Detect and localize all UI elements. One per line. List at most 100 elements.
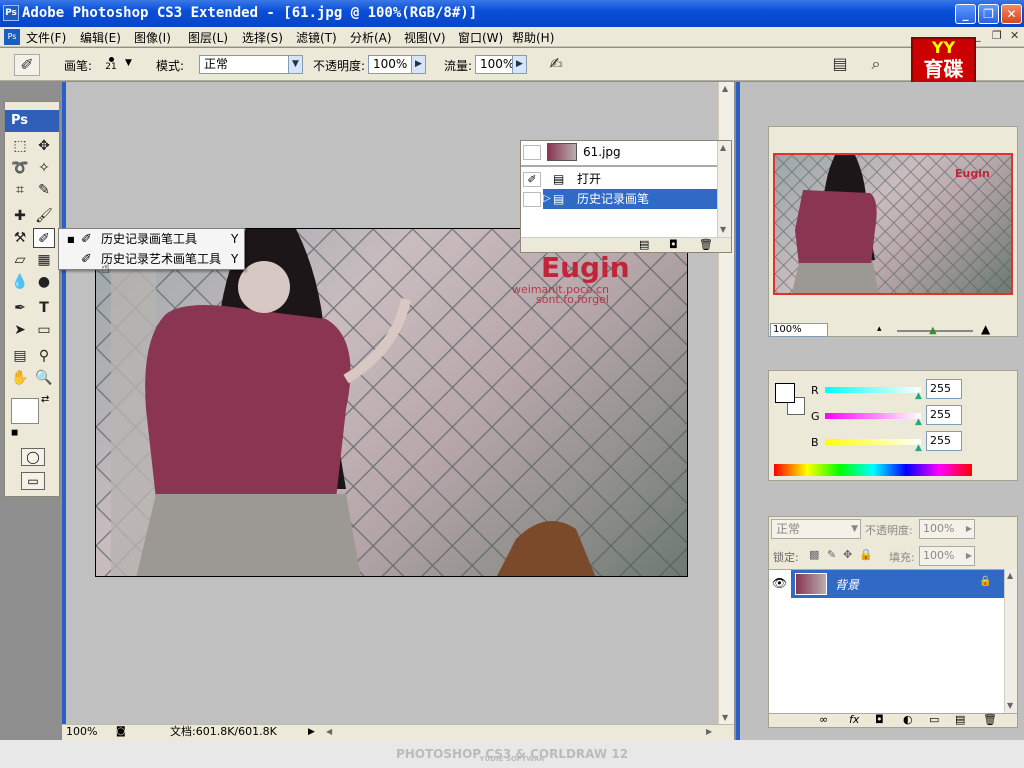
close-button[interactable]: ✕ — [1001, 4, 1022, 24]
menu-layer[interactable]: 图层(L) — [188, 29, 228, 46]
layer-mask-icon[interactable]: ◘ — [875, 713, 884, 726]
menu-select[interactable]: 选择(S) — [242, 29, 283, 46]
new-document-from-state-icon[interactable]: ▤ — [639, 238, 649, 251]
default-colors-icon[interactable]: ◼ — [11, 428, 18, 438]
hand-tool-icon[interactable]: ✋ — [9, 368, 31, 388]
menu-view[interactable]: 视图(V) — [404, 29, 446, 46]
navigator-preview[interactable]: Eugin — [773, 153, 1013, 295]
document-image[interactable]: Eugin weimanit.poco.cn sont.fo.forgel — [95, 228, 688, 577]
scroll-left-icon[interactable]: ◀ — [326, 727, 332, 736]
fill-input[interactable]: 100% ▶ — [919, 546, 975, 566]
scroll-down-icon[interactable]: ▼ — [1007, 701, 1013, 710]
layer-style-icon[interactable]: fx — [849, 713, 859, 726]
navigator-zoom-input[interactable]: 100% — [770, 323, 828, 337]
layer-opacity-slider-icon[interactable]: ▶ — [966, 520, 972, 538]
blur-tool-icon[interactable]: 💧 — [9, 272, 31, 292]
blend-mode-select[interactable]: 正常 ▼ — [771, 519, 861, 539]
zoom-slider-thumb[interactable]: ▲ — [929, 325, 937, 336]
pen-tool-icon[interactable]: ✒ — [9, 298, 31, 318]
fill-slider-icon[interactable]: ▶ — [966, 547, 972, 565]
doc-close-button[interactable]: ✕ — [1010, 29, 1019, 42]
screen-mode-icon[interactable]: ▭ — [21, 472, 45, 490]
mode-dropdown-icon[interactable]: ▼ — [288, 56, 302, 73]
adjustment-layer-icon[interactable]: ◐ — [903, 713, 913, 726]
r-slider-thumb[interactable]: ▲ — [915, 391, 922, 401]
document-icon[interactable]: Ps — [4, 29, 20, 45]
b-slider[interactable] — [825, 439, 921, 445]
color-foreground-swatch[interactable] — [775, 383, 795, 403]
minimize-button[interactable]: _ — [955, 4, 976, 24]
crop-tool-icon[interactable]: ⌗ — [9, 180, 31, 200]
foreground-color-swatch[interactable] — [11, 398, 39, 424]
status-info-icon[interactable]: ◙ — [116, 724, 126, 740]
menu-edit[interactable]: 编辑(E) — [80, 29, 121, 46]
delete-layer-icon[interactable]: 🗑 — [983, 713, 997, 726]
lasso-tool-icon[interactable]: ➰ — [9, 158, 31, 178]
scroll-up-icon[interactable]: ▲ — [1007, 571, 1013, 580]
marquee-tool-icon[interactable]: ⬚ — [9, 136, 31, 156]
menu-filter[interactable]: 滤镜(T) — [296, 29, 337, 46]
lock-image-icon[interactable]: ✎ — [827, 548, 836, 561]
notes-tool-icon[interactable]: ▤ — [9, 346, 31, 366]
history-state-slider-icon[interactable]: ▷ — [543, 189, 551, 209]
scroll-up-icon[interactable]: ▲ — [722, 84, 728, 93]
scroll-right-icon[interactable]: ▶ — [706, 727, 712, 736]
snapshot-camera-icon[interactable]: ◘ — [669, 238, 678, 251]
g-slider[interactable] — [825, 413, 921, 419]
zoom-tool-icon[interactable]: 🔍 — [33, 368, 55, 388]
blend-mode-dropdown-icon[interactable]: ▼ — [851, 520, 858, 538]
history-scrollbar[interactable]: ▲ ▼ — [717, 141, 731, 237]
gradient-tool-icon[interactable]: ▦ — [33, 250, 55, 270]
history-brush-preset-icon[interactable]: ✐ — [14, 54, 40, 76]
palette-well-icon[interactable]: ▤ — [830, 54, 850, 76]
b-slider-thumb[interactable]: ▲ — [915, 443, 922, 453]
flow-input[interactable]: 100% ▶ — [475, 55, 527, 74]
r-input[interactable]: 255 — [926, 379, 962, 399]
history-step-brush[interactable]: ▷ ▤ 历史记录画笔 — [521, 189, 717, 209]
flyout-item-history-brush[interactable]: ■ ✐ 历史记录画笔工具 Y — [59, 230, 244, 249]
r-slider[interactable] — [825, 387, 921, 393]
scroll-down-icon[interactable]: ▼ — [720, 225, 726, 234]
brush-preview[interactable]: 21 — [102, 54, 120, 78]
path-selection-tool-icon[interactable]: ➤ — [9, 320, 31, 340]
link-layers-icon[interactable]: ∞ — [819, 713, 828, 726]
bridge-icon[interactable]: ⌕ — [864, 54, 888, 76]
menu-file[interactable]: 文件(F) — [26, 29, 66, 46]
doc-restore-button[interactable]: ❐ — [992, 29, 1002, 42]
scroll-down-icon[interactable]: ▼ — [722, 713, 728, 722]
opacity-slider-icon[interactable]: ▶ — [411, 56, 425, 73]
zoom-out-icon[interactable]: ▴ — [877, 324, 882, 334]
lock-transparency-icon[interactable]: ▩ — [809, 548, 819, 561]
trash-icon[interactable]: 🗑 — [699, 238, 713, 251]
photoshop-app-icon[interactable]: Ps — [3, 5, 19, 21]
toolbox-header[interactable]: Ps — [5, 110, 59, 132]
airbrush-icon[interactable]: ✍ — [543, 54, 569, 76]
eraser-tool-icon[interactable]: ▱ — [9, 250, 31, 270]
lock-position-icon[interactable]: ✥ — [843, 548, 852, 561]
history-brush-tool-icon[interactable]: ✐ — [33, 228, 55, 248]
healing-brush-tool-icon[interactable]: ✚ — [9, 206, 31, 226]
clone-stamp-tool-icon[interactable]: ⚒ — [9, 228, 31, 248]
slice-tool-icon[interactable]: ✎ — [33, 180, 55, 200]
layer-row-background[interactable]: 👁 背景 🔒 — [769, 570, 1004, 598]
new-group-icon[interactable]: ▭ — [929, 713, 939, 726]
menu-help[interactable]: 帮助(H) — [512, 29, 554, 46]
eye-visibility-icon[interactable]: 👁 — [772, 576, 787, 590]
zoom-in-icon[interactable]: ▲ — [981, 322, 990, 336]
history-source-brush-icon[interactable]: ✐ — [523, 172, 541, 187]
layer-opacity-input[interactable]: 100% ▶ — [919, 519, 975, 539]
menu-analysis[interactable]: 分析(A) — [350, 29, 392, 46]
eyedropper-tool-icon[interactable]: ⚲ — [33, 346, 55, 366]
shape-tool-icon[interactable]: ▭ — [33, 320, 55, 340]
lock-all-icon[interactable]: 🔒 — [859, 548, 873, 561]
snapshot-source-box[interactable] — [523, 145, 541, 160]
opacity-input[interactable]: 100% ▶ — [368, 55, 426, 74]
color-spectrum-bar[interactable] — [774, 464, 972, 476]
status-zoom[interactable]: 100% — [66, 724, 97, 740]
move-tool-icon[interactable]: ✥ — [33, 136, 55, 156]
brush-tool-icon[interactable]: 🖌 — [33, 206, 55, 226]
quick-mask-icon[interactable]: ◯ — [21, 448, 45, 466]
menu-image[interactable]: 图像(I) — [134, 29, 171, 46]
history-source-box[interactable] — [523, 192, 541, 207]
flow-slider-icon[interactable]: ▶ — [512, 56, 526, 73]
